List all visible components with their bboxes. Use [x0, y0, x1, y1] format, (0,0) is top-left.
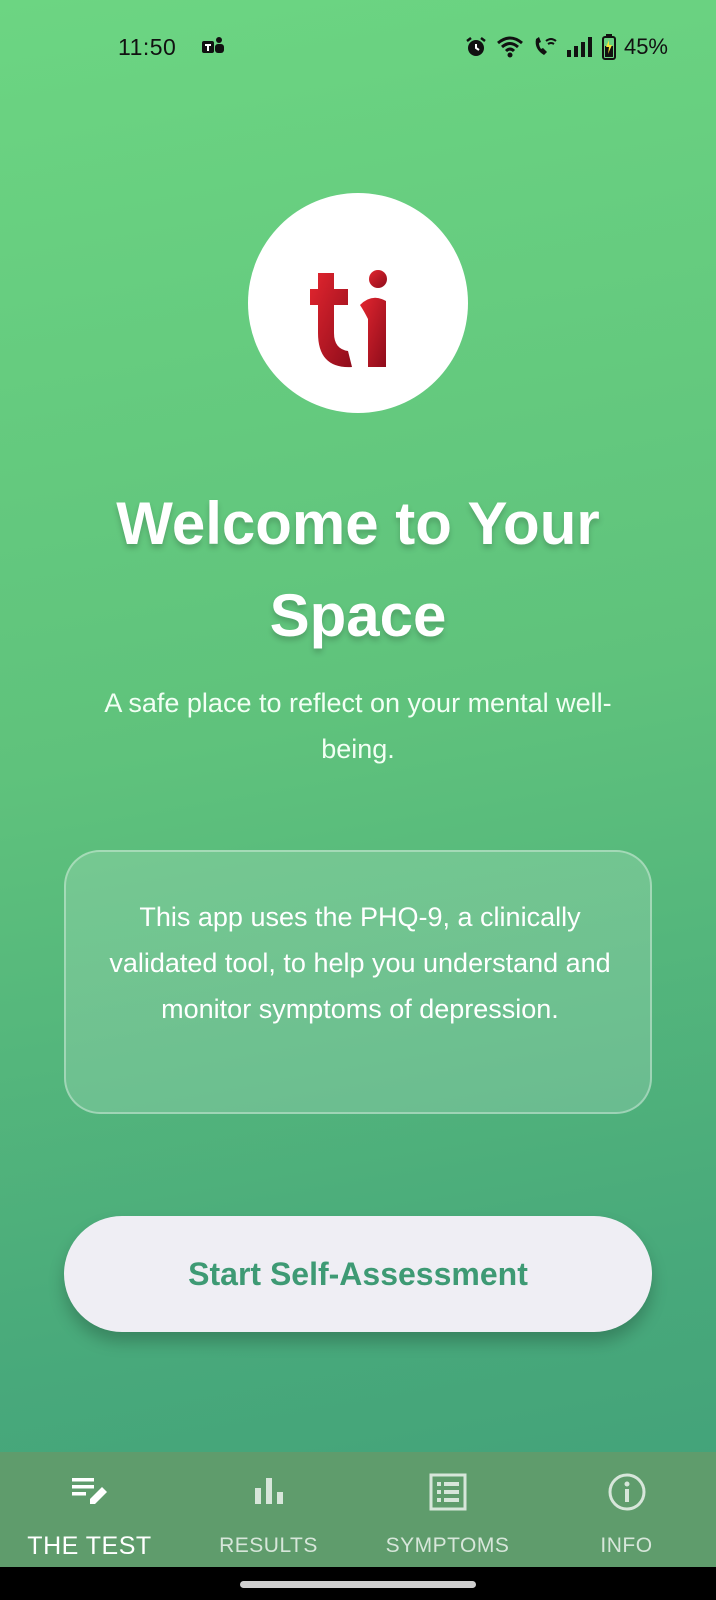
nav-item-symptoms[interactable]: SYMPTOMS [358, 1452, 537, 1567]
welcome-subtitle: A safe place to reflect on your mental w… [104, 688, 612, 764]
app-logo [248, 193, 468, 413]
nav-label-info: INFO [600, 1534, 653, 1557]
nav-item-the-test[interactable]: THE TEST [0, 1452, 179, 1567]
nav-label-results: RESULTS [219, 1534, 318, 1557]
signal-icon [566, 37, 592, 57]
teams-notification-icon [200, 34, 226, 60]
wifi-icon [496, 36, 523, 58]
list-alt-icon [429, 1473, 466, 1511]
nav-label-the-test: THE TEST [27, 1532, 152, 1560]
info-card-text: This app uses the PHQ-9, a clinically va… [109, 902, 611, 1024]
nav-item-results[interactable]: RESULTS [179, 1452, 358, 1567]
status-icons: 45% [464, 32, 668, 62]
bottom-navigation: THE TEST RESULTS SYMPTOMS INFO [0, 1452, 716, 1567]
nav-item-info[interactable]: INFO [537, 1452, 716, 1567]
start-self-assessment-button[interactable]: Start Self-Assessment [64, 1216, 652, 1332]
status-time: 11:50 [118, 34, 177, 60]
nav-label-symptoms: SYMPTOMS [385, 1534, 510, 1557]
wifi-call-icon [535, 37, 557, 55]
home-indicator[interactable] [240, 1581, 476, 1588]
info-icon [608, 1473, 645, 1511]
edit-list-icon [71, 1478, 107, 1504]
alarm-icon [466, 37, 486, 56]
info-card: This app uses the PHQ-9, a clinically va… [64, 850, 652, 1114]
battery-percent: 45% [623, 34, 668, 59]
bar-chart-icon [254, 1478, 283, 1504]
battery-icon [601, 34, 616, 60]
status-bar: 11:50 45% [0, 0, 716, 92]
welcome-title: Welcome to Your Space [116, 490, 600, 649]
